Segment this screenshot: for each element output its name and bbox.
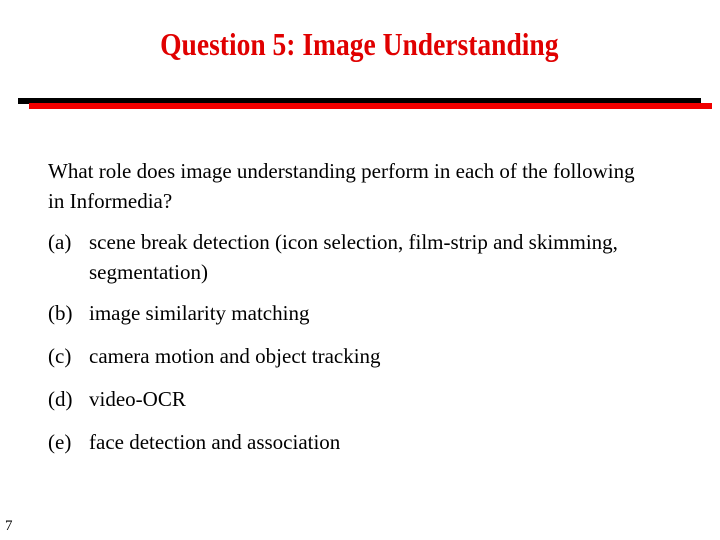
page-number: 7	[5, 518, 13, 534]
list-item: (d) video-OCR	[48, 384, 629, 414]
question-text: What role does image understanding perfo…	[48, 159, 635, 213]
item-text: video-OCR	[89, 387, 186, 411]
item-label: (c)	[48, 344, 72, 368]
item-label: (d)	[48, 387, 73, 411]
item-label: (a)	[48, 230, 72, 254]
list-item: (b) image similarity matching	[48, 298, 629, 328]
item-label: (e)	[48, 430, 72, 454]
item-text: camera motion and object tracking	[89, 344, 381, 368]
title-rule-red	[29, 103, 712, 109]
item-text: face detection and association	[89, 430, 341, 454]
item-text: scene break detection (icon selection, f…	[89, 230, 618, 284]
item-label: (b)	[48, 301, 73, 325]
slide-title: Question 5: Image Understanding	[160, 26, 559, 62]
item-text: image similarity matching	[89, 301, 310, 325]
list-item: (e) face detection and association	[48, 427, 629, 457]
list-item: (c) camera motion and object tracking	[48, 341, 629, 371]
list-item: (a) scene break detection (icon selection…	[48, 227, 629, 287]
